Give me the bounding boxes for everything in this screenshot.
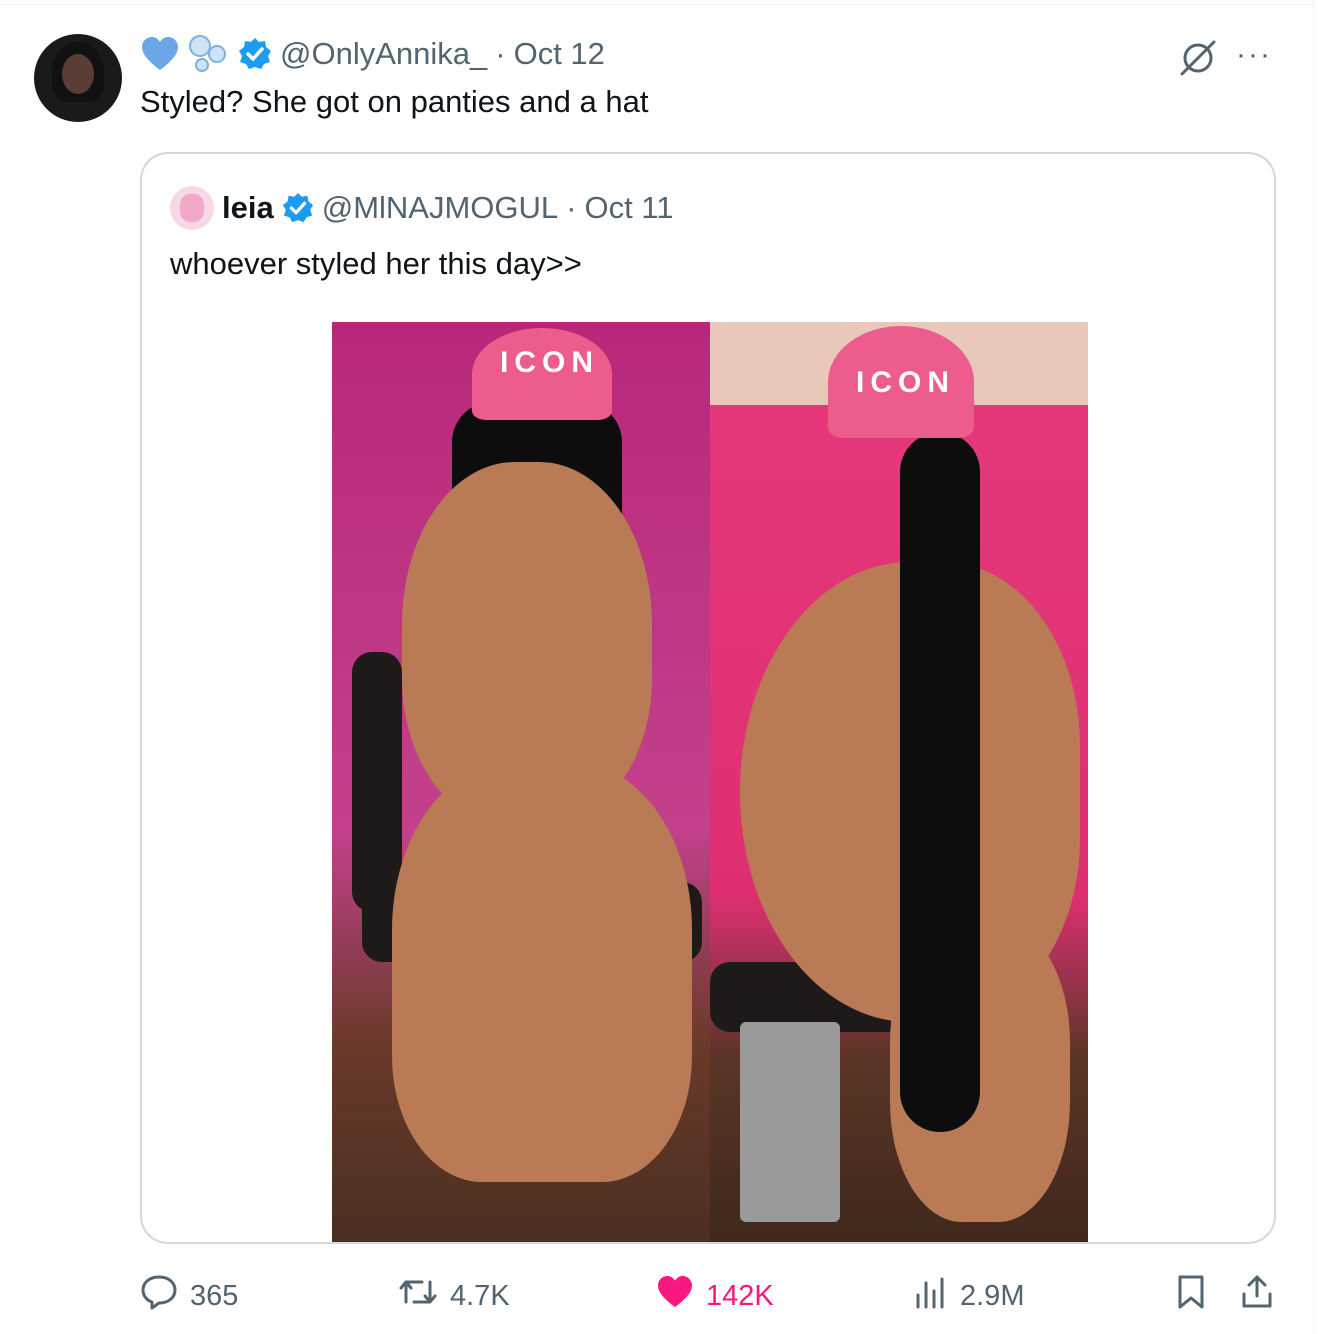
- bubbles-icon: [188, 34, 230, 74]
- quote-media[interactable]: ICON ICON: [332, 322, 1088, 1242]
- meta-separator: ·: [566, 190, 577, 225]
- reply-button[interactable]: 365: [140, 1272, 238, 1320]
- tweet-date[interactable]: Oct 12: [514, 36, 605, 72]
- views-count: 2.9M: [960, 1279, 1025, 1312]
- quote-text: whoever styled her this day>>: [170, 246, 582, 281]
- reply-icon: [140, 1274, 178, 1318]
- cap-label: ICON: [500, 346, 599, 379]
- views-chart-icon: [914, 1275, 948, 1317]
- quote-author-avatar[interactable]: [170, 186, 214, 230]
- figure-legs: [392, 762, 692, 1182]
- quote-author-handle[interactable]: @MlNAJMOGUL: [322, 190, 558, 226]
- repost-count: 4.7K: [450, 1279, 510, 1312]
- grok-icon[interactable]: [1178, 38, 1218, 83]
- engagement-bar: 365 4.7K 142K 2.9M: [140, 1272, 1280, 1320]
- verified-badge-icon: [282, 192, 314, 224]
- cap-label: ICON: [856, 366, 955, 399]
- quote-date[interactable]: Oct 11: [584, 190, 673, 226]
- avatar-face: [62, 54, 94, 94]
- tweet-header: @OnlyAnnika_ · Oct 12: [140, 32, 605, 76]
- hair: [900, 432, 980, 1132]
- tweet-text: Styled? She got on panties and a hat: [140, 84, 649, 119]
- heart-filled-icon: [656, 1275, 694, 1317]
- avatar-figure: [180, 194, 204, 222]
- repost-button[interactable]: 4.7K: [398, 1272, 510, 1320]
- blue-heart-icon: [140, 36, 180, 72]
- chair-base: [740, 1022, 840, 1222]
- more-options-icon[interactable]: ···: [1236, 39, 1272, 70]
- share-icon: [1240, 1274, 1274, 1318]
- tweet-top-actions: ···: [1178, 38, 1272, 83]
- views-button[interactable]: 2.9M: [914, 1272, 1024, 1320]
- photo-right[interactable]: ICON: [710, 322, 1088, 1242]
- verified-badge-icon: [238, 37, 272, 71]
- top-divider: [0, 4, 1313, 5]
- photo-left[interactable]: ICON: [332, 322, 710, 1242]
- right-divider: [1313, 0, 1314, 1334]
- share-button[interactable]: [1240, 1272, 1274, 1320]
- reply-count: 365: [190, 1279, 239, 1312]
- quote-header: leia @MlNAJMOGUL · Oct 11: [170, 186, 674, 230]
- quoted-tweet[interactable]: leia @MlNAJMOGUL · Oct 11 whoever styled…: [140, 152, 1276, 1244]
- meta-separator: ·: [495, 36, 506, 71]
- chair-back: [352, 652, 402, 912]
- quote-author-name[interactable]: leia: [222, 190, 274, 226]
- like-count: 142K: [706, 1279, 774, 1312]
- author-handle[interactable]: @OnlyAnnika_: [280, 36, 487, 72]
- like-button[interactable]: 142K: [656, 1272, 774, 1320]
- bookmark-button[interactable]: [1176, 1272, 1206, 1320]
- bookmark-icon: [1176, 1274, 1206, 1318]
- repost-icon: [398, 1274, 438, 1318]
- author-avatar[interactable]: [34, 34, 122, 122]
